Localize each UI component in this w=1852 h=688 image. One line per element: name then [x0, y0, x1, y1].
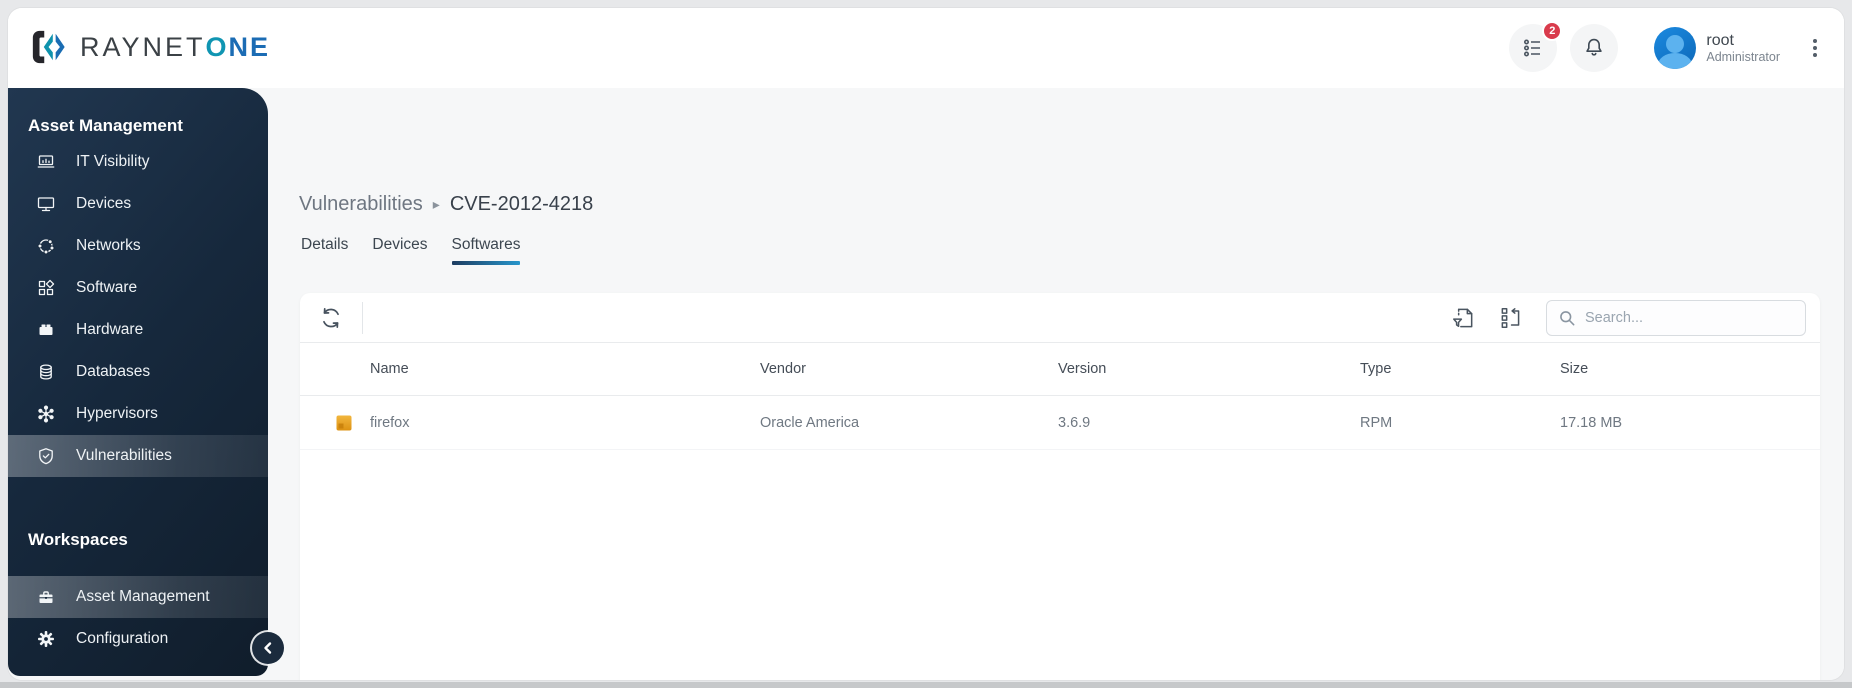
- sidebar-item-configuration[interactable]: Configuration: [8, 618, 268, 660]
- database-icon: [36, 362, 56, 382]
- sidebar-item-label: Vulnerabilities: [76, 447, 172, 464]
- sidebar-item-label: Hypervisors: [76, 405, 158, 422]
- search-icon: [1557, 308, 1577, 328]
- laptop-chart-icon: [36, 152, 56, 172]
- breadcrumb-current: CVE-2012-4218: [449, 193, 594, 215]
- task-list-icon: [1521, 36, 1545, 60]
- table-header: Name Vendor Version Type Size: [300, 342, 1820, 396]
- package-icon: [336, 415, 352, 431]
- search-box: [1546, 299, 1806, 336]
- grid-toolbar: [300, 293, 1820, 342]
- sidebar-item-label: Configuration: [76, 630, 169, 647]
- sidebar: Asset Management IT Visibility Devices N…: [8, 88, 268, 676]
- brand-logo: RAYNETONE: [30, 28, 270, 66]
- sidebar-item-label: Hardware: [76, 321, 144, 338]
- user-meta: root Administrator: [1706, 32, 1780, 65]
- column-chooser-icon: [1498, 305, 1524, 331]
- cell-name: firefox: [370, 414, 410, 431]
- sidebar-item-vulnerabilities[interactable]: Vulnerabilities: [8, 435, 268, 477]
- breadcrumb-parent[interactable]: Vulnerabilities: [299, 193, 423, 216]
- hypervisor-asterisk-icon: [36, 404, 56, 424]
- sidebar-item-databases[interactable]: Databases: [8, 351, 268, 393]
- notifications-badge: 2: [1542, 21, 1563, 41]
- brand-logo-icon: [30, 28, 68, 66]
- sidebar-item-software[interactable]: Software: [8, 267, 268, 309]
- breadcrumb: Vulnerabilities ▸ CVE-2012-4218: [299, 193, 593, 216]
- tab-details[interactable]: Details: [301, 236, 348, 265]
- avatar: [1654, 27, 1697, 69]
- kebab-menu-icon: [1806, 37, 1824, 59]
- bell-icon: [1581, 35, 1607, 61]
- topbar-actions: 2 root Administrator: [1509, 8, 1844, 88]
- refresh-icon: [318, 305, 344, 331]
- briefcase-icon: [36, 587, 56, 607]
- sidebar-section-title: Workspaces: [28, 530, 128, 549]
- column-header-type[interactable]: Type: [1360, 361, 1560, 377]
- shield-check-icon: [36, 446, 56, 466]
- gear-icon: [36, 629, 56, 649]
- sidebar-item-asset-management[interactable]: Asset Management: [8, 576, 268, 618]
- user-name: root: [1706, 31, 1734, 49]
- filter-export-button[interactable]: [1448, 303, 1478, 333]
- chevron-left-icon: [261, 641, 275, 655]
- top-bar: RAYNETONE 2 root Administrator: [8, 8, 1844, 88]
- monitor-icon: [36, 194, 56, 214]
- sidebar-item-label: Databases: [76, 363, 151, 380]
- column-header-name[interactable]: Name: [370, 361, 760, 377]
- sidebar-item-hardware[interactable]: Hardware: [8, 309, 268, 351]
- app-squares-icon: [36, 278, 56, 298]
- sidebar-collapse-button[interactable]: [252, 632, 284, 664]
- tab-devices[interactable]: Devices: [372, 236, 427, 265]
- more-options-button[interactable]: [1800, 31, 1830, 65]
- notifications-button[interactable]: [1570, 24, 1619, 72]
- column-chooser-button[interactable]: [1496, 303, 1526, 333]
- sidebar-item-label: Devices: [76, 195, 132, 212]
- softwares-panel: Name Vendor Version Type Size: [300, 293, 1820, 680]
- search-input[interactable]: [1585, 309, 1795, 326]
- sidebar-item-label: IT Visibility: [76, 153, 150, 170]
- cell-size: 17.18 MB: [1560, 414, 1623, 431]
- user-menu[interactable]: root Administrator: [1654, 27, 1780, 69]
- toolbar-divider: [362, 301, 363, 334]
- refresh-button[interactable]: [316, 303, 346, 333]
- hardware-brick-icon: [36, 320, 56, 340]
- column-header-vendor[interactable]: Vendor: [760, 361, 1058, 377]
- workspace-list: Asset Management Configuration: [8, 576, 268, 660]
- sidebar-item-devices[interactable]: Devices: [8, 183, 268, 225]
- column-header-size[interactable]: Size: [1560, 361, 1820, 377]
- sidebar-item-networks[interactable]: Networks: [8, 225, 268, 267]
- tab-bar: Details Devices Softwares: [301, 236, 520, 265]
- table-row[interactable]: firefox Oracle America 3.6.9 RPM 17.18 M…: [300, 396, 1820, 450]
- sidebar-item-it-visibility[interactable]: IT Visibility: [8, 141, 268, 183]
- brand-logo-text: RAYNETONE: [80, 31, 271, 62]
- app-window: RAYNETONE 2 root Administrator Vulnerabi…: [8, 8, 1844, 680]
- task-list-button[interactable]: 2: [1509, 21, 1563, 72]
- sidebar-section-title: Asset Management: [28, 116, 183, 135]
- filter-export-icon: [1450, 305, 1476, 331]
- cell-type: RPM: [1360, 414, 1393, 431]
- breadcrumb-separator-icon: ▸: [432, 196, 440, 212]
- column-header-version[interactable]: Version: [1058, 361, 1360, 377]
- network-nodes-icon: [36, 236, 56, 256]
- sidebar-item-label: Networks: [76, 237, 141, 254]
- main-area: Vulnerabilities ▸ CVE-2012-4218 Details …: [8, 88, 1844, 680]
- cell-vendor: Oracle America: [760, 414, 860, 431]
- user-role: Administrator: [1706, 50, 1780, 64]
- sidebar-item-label: Asset Management: [76, 588, 210, 605]
- tab-softwares[interactable]: Softwares: [451, 236, 520, 265]
- sidebar-item-hypervisors[interactable]: Hypervisors: [8, 393, 268, 435]
- cell-version: 3.6.9: [1058, 414, 1091, 431]
- sidebar-item-label: Software: [76, 279, 138, 296]
